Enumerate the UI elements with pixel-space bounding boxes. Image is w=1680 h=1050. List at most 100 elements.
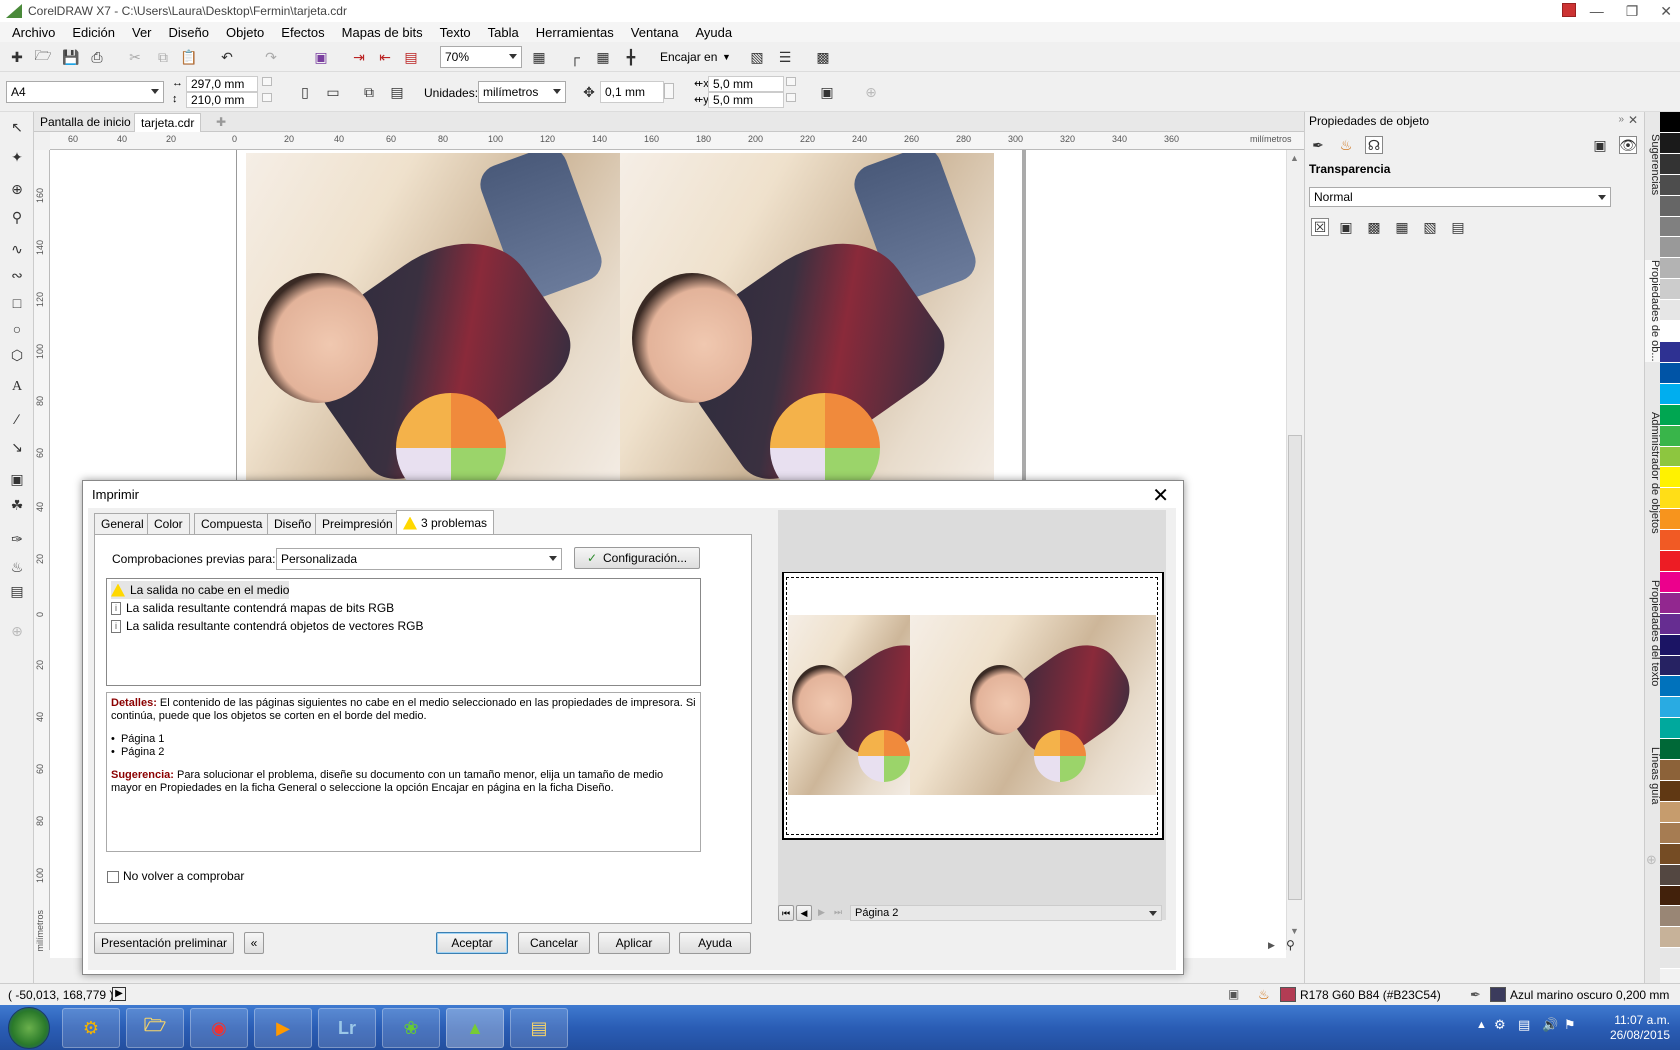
- add-docker-icon[interactable]: ⊕: [1646, 852, 1657, 868]
- page-height-field[interactable]: 210,0 mm: [186, 92, 258, 108]
- palette-swatch[interactable]: [1660, 697, 1680, 719]
- zoom-tool-icon[interactable]: ⚲: [8, 208, 26, 226]
- maximize-icon[interactable]: ❐: [1626, 3, 1639, 20]
- palette-swatch[interactable]: [1660, 676, 1680, 698]
- snap-to-menu[interactable]: Encajar en: [660, 50, 717, 64]
- palette-swatch[interactable]: [1660, 362, 1680, 384]
- no-transparency-icon[interactable]: ☒: [1311, 218, 1329, 236]
- rectangle-tool-icon[interactable]: □: [8, 294, 26, 312]
- system-clock[interactable]: 11:07 a.m. 26/08/2015: [1610, 1013, 1670, 1043]
- palette-swatch[interactable]: [1660, 822, 1680, 844]
- mini-preview-toggle-icon[interactable]: «: [244, 932, 264, 954]
- palette-swatch[interactable]: [1660, 153, 1680, 175]
- minimize-icon[interactable]: —: [1590, 3, 1604, 19]
- guidelines-icon[interactable]: ╋: [622, 48, 640, 66]
- taskbar-app-icon[interactable]: ⚙: [62, 1008, 120, 1048]
- treat-as-filled-icon[interactable]: ▣: [818, 83, 836, 101]
- outline-color-swatch[interactable]: [1490, 987, 1506, 1002]
- scrollbar-thumb[interactable]: [1288, 435, 1302, 900]
- palette-swatch[interactable]: [1660, 592, 1680, 614]
- palette-swatch[interactable]: [1660, 551, 1680, 572]
- scroll-up-icon[interactable]: ▲: [1290, 153, 1299, 163]
- smart-fill-tool-icon[interactable]: ▤: [8, 582, 26, 600]
- configuration-button[interactable]: ✓ Configuración...: [574, 547, 700, 569]
- save-icon[interactable]: 💾: [62, 48, 80, 66]
- eyedropper-tool-icon[interactable]: ✑: [8, 530, 26, 548]
- help-button[interactable]: Ayuda: [679, 932, 751, 954]
- current-page-icon[interactable]: ▤: [388, 83, 406, 101]
- menu-herramientas[interactable]: Herramientas: [536, 25, 614, 40]
- duplicate-y-spinner[interactable]: [786, 93, 796, 102]
- close-icon[interactable]: ✕: [1660, 3, 1672, 20]
- copy-icon[interactable]: ⧉: [154, 48, 172, 66]
- volume-icon[interactable]: 🔊: [1542, 1017, 1558, 1033]
- zoom-navigator-icon[interactable]: ⚲: [1286, 938, 1295, 952]
- welcome-screen-icon[interactable]: ▩: [814, 48, 832, 66]
- preflight-select[interactable]: Personalizada: [276, 548, 562, 570]
- tab-text-properties[interactable]: Propiedades del texto: [1645, 580, 1661, 686]
- pick-tool-icon[interactable]: ↖: [8, 118, 26, 136]
- start-button-icon[interactable]: [8, 1007, 50, 1049]
- cancel-button[interactable]: Cancelar: [518, 932, 590, 954]
- duplicate-x-field[interactable]: 5,0 mm: [708, 76, 784, 92]
- palette-swatch[interactable]: [1660, 801, 1680, 823]
- photo-viewer-icon[interactable]: ❀: [382, 1008, 440, 1048]
- menu-mapas-de-bits[interactable]: Mapas de bits: [342, 25, 423, 40]
- palette-swatch[interactable]: [1660, 174, 1680, 196]
- export-icon[interactable]: ⇤: [376, 48, 394, 66]
- chrome-icon[interactable]: ◉: [190, 1008, 248, 1048]
- fountain-transparency-icon[interactable]: ▩: [1365, 218, 1383, 236]
- palette-swatch[interactable]: [1660, 258, 1680, 280]
- tab-guidelines[interactable]: Líneas guía: [1645, 747, 1661, 805]
- tab-general[interactable]: General: [94, 513, 151, 534]
- uniform-transparency-icon[interactable]: ▣: [1337, 218, 1355, 236]
- crop-tool-icon[interactable]: ⊕: [8, 180, 26, 198]
- palette-swatch[interactable]: [1660, 488, 1680, 510]
- tab-object-manager[interactable]: Administrador de objetos: [1645, 412, 1661, 534]
- color-proof-icon[interactable]: ▣: [1228, 987, 1239, 1001]
- texture-transparency-icon[interactable]: ▤: [1449, 218, 1467, 236]
- previous-page-icon[interactable]: ◀: [796, 905, 812, 921]
- network-icon[interactable]: ▤: [1518, 1017, 1530, 1033]
- palette-swatch[interactable]: [1660, 237, 1680, 259]
- issues-list[interactable]: La salida no cabe en el medio i La salid…: [106, 578, 701, 686]
- tab-welcome-screen[interactable]: Pantalla de inicio: [34, 113, 137, 132]
- page-select[interactable]: Página 2: [850, 905, 1162, 921]
- tray-app-icon[interactable]: ⚙: [1494, 1017, 1506, 1033]
- open-icon[interactable]: 🗁: [34, 47, 52, 66]
- photo-left[interactable]: [246, 153, 620, 483]
- apply-button[interactable]: Aplicar: [598, 932, 670, 954]
- fill-color-swatch[interactable]: [1280, 987, 1296, 1002]
- issue-item[interactable]: i La salida resultante contendrá mapas d…: [111, 599, 394, 617]
- menu-tabla[interactable]: Tabla: [488, 25, 519, 40]
- palette-swatch[interactable]: [1660, 843, 1680, 865]
- palette-swatch[interactable]: [1660, 571, 1680, 593]
- drop-shadow-tool-icon[interactable]: ▣: [8, 470, 26, 488]
- page-size-select[interactable]: A4: [6, 81, 164, 103]
- palette-swatch[interactable]: [1660, 425, 1680, 447]
- duplicate-x-spinner[interactable]: [786, 77, 796, 86]
- scroll-down-icon[interactable]: ▼: [1290, 926, 1299, 936]
- menu-objeto[interactable]: Objeto: [226, 25, 264, 40]
- palette-swatch[interactable]: [1660, 948, 1680, 970]
- tab-hints[interactable]: Sugerencias: [1645, 134, 1661, 195]
- chevron-down-icon[interactable]: ▼: [722, 52, 731, 62]
- palette-swatch[interactable]: [1660, 885, 1680, 907]
- palette-swatch[interactable]: [1660, 530, 1680, 552]
- palette-swatch[interactable]: [1660, 446, 1680, 468]
- media-player-icon[interactable]: ▶: [254, 1008, 312, 1048]
- frame-icon[interactable]: ▣: [1591, 136, 1609, 154]
- print-icon[interactable]: ⎙: [88, 48, 106, 66]
- color-palette[interactable]: [1660, 112, 1680, 991]
- connector-tool-icon[interactable]: ↘: [8, 438, 26, 456]
- menu-diseno[interactable]: Diseño: [169, 25, 209, 40]
- artistic-media-tool-icon[interactable]: ∾: [8, 266, 26, 284]
- tab-color[interactable]: Color: [147, 513, 190, 534]
- ok-button[interactable]: Aceptar: [436, 932, 508, 954]
- fill-properties-icon[interactable]: ♨: [1337, 136, 1355, 154]
- portrait-icon[interactable]: ▯: [296, 83, 314, 101]
- palette-swatch[interactable]: [1660, 300, 1680, 322]
- paste-icon[interactable]: 📋: [180, 48, 198, 66]
- add-tool-icon[interactable]: ⊕: [8, 622, 26, 640]
- cut-icon[interactable]: ✂: [126, 48, 144, 66]
